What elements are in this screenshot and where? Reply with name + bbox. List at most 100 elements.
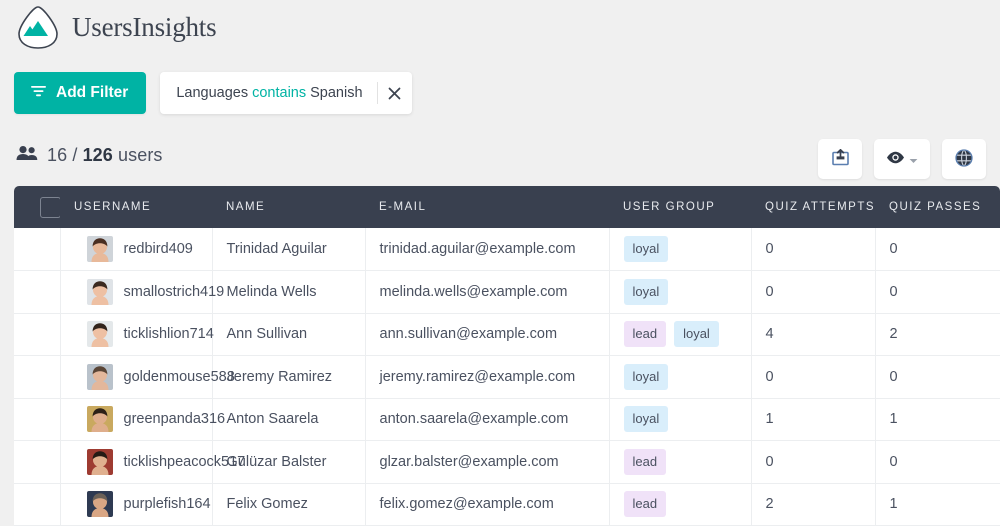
globe-icon bbox=[955, 148, 973, 170]
cell-user-group: lead bbox=[609, 483, 752, 526]
row-select-cell[interactable] bbox=[14, 440, 61, 484]
table-row[interactable]: ticklishpeacock517 Gülüzar Balster glzar.b… bbox=[14, 440, 1000, 484]
cell-username[interactable]: ticklishpeacock517 bbox=[60, 440, 245, 484]
column-header-user-group[interactable]: USER GROUP bbox=[609, 186, 751, 228]
cell-quiz-attempts: 0 bbox=[751, 270, 876, 314]
row-select-cell[interactable] bbox=[14, 483, 61, 526]
column-header-quiz-passes[interactable]: QUIZ PASSES bbox=[875, 186, 1000, 228]
globe-button[interactable] bbox=[942, 139, 986, 179]
cell-quiz-attempts: 0 bbox=[751, 440, 876, 484]
cell-quiz-passes: 0 bbox=[875, 440, 1000, 484]
cell-user-group: loyal bbox=[609, 270, 752, 314]
table-row[interactable]: redbird409 Trinidad Aguilar trinidad.aguil… bbox=[14, 228, 1000, 271]
user-group-badge[interactable]: lead bbox=[623, 491, 667, 518]
table-body: redbird409 Trinidad Aguilar trinidad.aguil… bbox=[14, 228, 1000, 526]
cell-name: Jeremy Ramirez bbox=[212, 355, 366, 399]
users-table: USERNAME NAME E-MAIL USER GROUP QUIZ ATT… bbox=[14, 186, 1000, 526]
table-row[interactable]: greenpanda316 Anton Saarela anton.saarela@… bbox=[14, 398, 1000, 441]
count-total: 126 bbox=[82, 145, 113, 165]
username-label: greenpanda316 bbox=[123, 411, 226, 428]
row-select-cell[interactable] bbox=[14, 313, 61, 356]
cell-username[interactable]: purplefish164 bbox=[60, 483, 213, 526]
cell-quiz-attempts: 0 bbox=[751, 228, 876, 271]
user-group-badge[interactable]: loyal bbox=[623, 236, 669, 262]
user-group-badge[interactable]: lead bbox=[623, 321, 667, 348]
user-group-badge[interactable]: loyal bbox=[674, 321, 719, 348]
avatar bbox=[86, 278, 113, 305]
cell-username[interactable]: smallostrich419 bbox=[60, 270, 224, 314]
cell-email: ann.sullivan@example.com bbox=[365, 313, 610, 356]
cell-user-group: loyal bbox=[609, 398, 752, 441]
cell-username[interactable]: goldenmouse588 bbox=[60, 355, 235, 399]
column-header-username[interactable]: USERNAME bbox=[60, 186, 212, 228]
avatar bbox=[86, 321, 113, 348]
brand-logo: UsersInsights bbox=[14, 4, 217, 51]
cell-name: Ann Sullivan bbox=[212, 313, 366, 356]
avatar bbox=[86, 406, 113, 433]
username-label: redbird409 bbox=[123, 241, 193, 257]
cell-username[interactable]: greenpanda316 bbox=[60, 398, 225, 441]
cell-quiz-passes: 1 bbox=[875, 483, 1000, 526]
filter-chip[interactable]: Languages contains Spanish bbox=[160, 72, 412, 114]
filter-chip-operator: contains bbox=[252, 85, 307, 101]
column-header-quiz-attempts[interactable]: QUIZ ATTEMPTS bbox=[751, 186, 875, 228]
cell-name: Felix Gomez bbox=[212, 483, 366, 526]
column-header-email[interactable]: E-MAIL bbox=[365, 186, 609, 228]
cell-email: felix.gomez@example.com bbox=[365, 483, 610, 526]
avatar bbox=[86, 236, 113, 262]
cell-quiz-passes: 2 bbox=[875, 313, 1000, 356]
table-header: USERNAME NAME E-MAIL USER GROUP QUIZ ATT… bbox=[14, 186, 1000, 228]
row-select-cell[interactable] bbox=[14, 270, 61, 314]
cell-name: Gülüzar Balster bbox=[212, 440, 366, 484]
select-all-cell bbox=[14, 186, 61, 228]
cell-quiz-passes: 0 bbox=[875, 270, 1000, 314]
columns-visibility-button[interactable] bbox=[874, 139, 930, 179]
row-select-cell[interactable] bbox=[14, 228, 61, 271]
table-row[interactable]: goldenmouse588 Jeremy Ramirez jeremy.ramir… bbox=[14, 355, 1000, 399]
user-group-badge[interactable]: loyal bbox=[623, 363, 669, 390]
select-all-checkbox[interactable] bbox=[40, 196, 61, 218]
users-table-container: USERNAME NAME E-MAIL USER GROUP QUIZ ATT… bbox=[14, 186, 1000, 526]
row-select-cell[interactable] bbox=[14, 355, 61, 399]
cell-user-group: loyal bbox=[609, 355, 752, 399]
cell-quiz-attempts: 4 bbox=[751, 313, 876, 356]
cell-quiz-passes: 1 bbox=[875, 398, 1000, 441]
avatar bbox=[86, 491, 113, 518]
cell-name: Trinidad Aguilar bbox=[212, 228, 366, 271]
table-actions bbox=[818, 139, 986, 179]
add-filter-button[interactable]: Add Filter bbox=[14, 72, 147, 114]
cell-quiz-attempts: 0 bbox=[751, 355, 876, 399]
chevron-down-icon bbox=[909, 152, 918, 167]
export-icon bbox=[831, 148, 849, 169]
row-select-cell[interactable] bbox=[14, 398, 61, 441]
cell-user-group: lead loyal bbox=[609, 313, 752, 356]
user-group-badge[interactable]: loyal bbox=[623, 278, 669, 305]
cell-user-group: loyal bbox=[609, 228, 752, 271]
add-filter-label: Add Filter bbox=[56, 84, 129, 101]
cell-email: melinda.wells@example.com bbox=[365, 270, 610, 314]
cell-username[interactable]: redbird409 bbox=[60, 228, 213, 271]
cell-user-group: lead bbox=[609, 440, 752, 484]
mountain-triangle-logo-icon bbox=[14, 4, 62, 51]
cell-username[interactable]: ticklishlion714 bbox=[60, 313, 214, 356]
close-icon[interactable] bbox=[378, 72, 412, 114]
count-separator: / bbox=[72, 145, 78, 165]
user-group-badge[interactable]: loyal bbox=[623, 406, 669, 433]
table-row[interactable]: smallostrich419 Melinda Wells melinda.well… bbox=[14, 270, 1000, 314]
username-label: smallostrich419 bbox=[123, 283, 225, 300]
cell-quiz-passes: 0 bbox=[875, 355, 1000, 399]
table-row[interactable]: ticklishlion714 Ann Sullivan ann.sullivan@… bbox=[14, 313, 1000, 356]
column-header-name[interactable]: NAME bbox=[212, 186, 365, 228]
count-text: 16 / 126 users bbox=[47, 145, 163, 166]
user-group-badge[interactable]: lead bbox=[623, 448, 667, 475]
cell-quiz-attempts: 1 bbox=[751, 398, 876, 441]
people-icon bbox=[16, 145, 38, 166]
export-button[interactable] bbox=[818, 139, 862, 179]
filter-bar: Add Filter Languages contains Spanish bbox=[14, 72, 412, 114]
table-row[interactable]: purplefish164 Felix Gomez felix.gomez@exam… bbox=[14, 483, 1000, 526]
eye-icon bbox=[886, 151, 905, 167]
cell-name: Anton Saarela bbox=[212, 398, 366, 441]
filter-chip-value: Spanish bbox=[310, 85, 363, 101]
cell-quiz-passes: 0 bbox=[875, 228, 1000, 271]
filter-chip-field: Languages bbox=[176, 85, 249, 101]
